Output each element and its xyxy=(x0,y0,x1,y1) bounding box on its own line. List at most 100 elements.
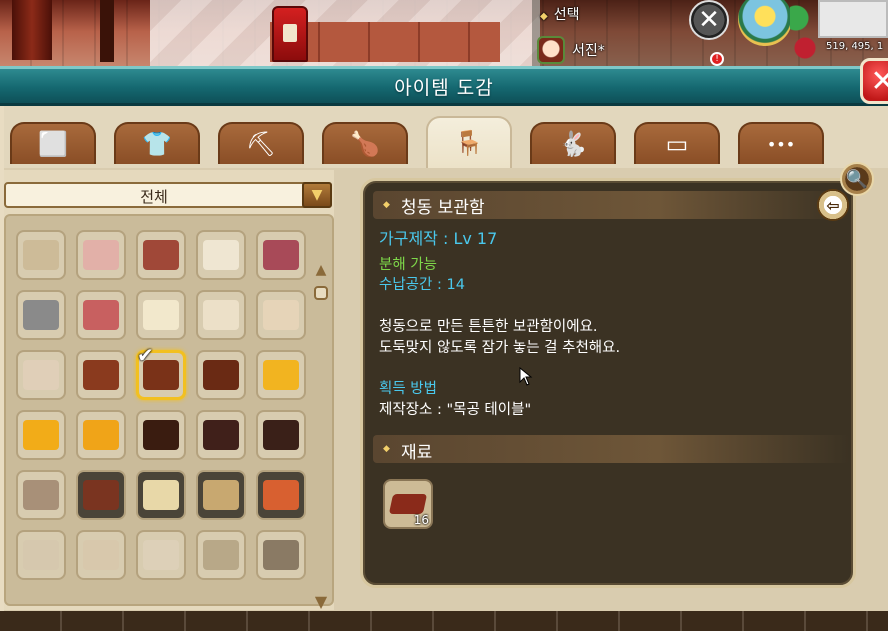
minimap[interactable] xyxy=(818,0,888,38)
title-bar[interactable]: 아이템 도감 xyxy=(0,66,888,106)
magnifier-icon: 🔍 xyxy=(845,168,869,190)
item-slot-brown-chest[interactable] xyxy=(76,350,126,400)
item-slot-gold-chest-3[interactable] xyxy=(76,410,126,460)
bookshelf-icon xyxy=(23,540,59,570)
item-slot-storage-box[interactable] xyxy=(256,530,306,580)
scrollbar-thumb[interactable] xyxy=(314,286,328,300)
craft-requirement: 가구제작 : Lv 17 xyxy=(379,229,498,248)
tab-clothing[interactable]: 👕 xyxy=(114,122,200,164)
obtain-method-header: 획득 방법 xyxy=(379,381,437,397)
item-slot-kitchen-pot[interactable] xyxy=(76,290,126,340)
back-arrow-icon[interactable]: ⇦ xyxy=(817,189,849,221)
vanity-chair-icon xyxy=(143,540,179,570)
item-slot-bookshelf[interactable] xyxy=(16,530,66,580)
white-desk-icon xyxy=(203,240,239,270)
item-slot-gold-chest-2[interactable] xyxy=(16,410,66,460)
tab-more[interactable]: ••• xyxy=(738,122,824,164)
item-slot-wooden-door[interactable] xyxy=(256,290,306,340)
item-slot-white-desk[interactable] xyxy=(196,230,246,280)
item-detail-panel: ◆ 청동 보관함 ⇦ 가구제작 : Lv 17 분해 가능 수납공간 : 14 … xyxy=(360,178,856,588)
window-title: 아이템 도감 xyxy=(394,77,494,99)
item-slot-gold-chest[interactable] xyxy=(256,350,306,400)
gold-chest-3-icon xyxy=(83,420,119,450)
close-button[interactable]: ✕ xyxy=(860,58,888,104)
chair-icon: 🪑 xyxy=(454,129,484,157)
mailbox-plate xyxy=(283,24,297,42)
mouse-cursor-icon xyxy=(519,367,533,386)
storage-box-icon xyxy=(263,540,299,570)
scroll-up-icon[interactable]: ▲ xyxy=(312,262,330,280)
chevron-down-icon[interactable]: ▼ xyxy=(302,182,332,208)
item-grid: ✔ xyxy=(4,214,334,606)
hud-select-line[interactable]: ◆ 선택 xyxy=(540,4,579,24)
category-filter[interactable]: 전체 ▼ xyxy=(4,182,332,208)
pink-bed-icon xyxy=(83,240,119,270)
item-slot-grandfather-clock[interactable] xyxy=(196,530,246,580)
tab-pets[interactable]: 🐇 xyxy=(530,122,616,164)
item-slot-wooden-sign[interactable] xyxy=(136,290,186,340)
material-slot[interactable]: 16 xyxy=(383,479,433,529)
item-slot-pink-bed[interactable] xyxy=(76,230,126,280)
item-list-panel: 전체 ▼ ✔ xyxy=(4,170,334,610)
tab-furniture[interactable]: 🪑 xyxy=(426,116,512,168)
bronze-ingot-icon xyxy=(388,494,428,514)
checkmark-icon: ✔ xyxy=(137,343,154,367)
material-count: 16 xyxy=(413,513,429,527)
hud-select-label: 선택 xyxy=(553,7,580,23)
search-button[interactable]: 🔍 xyxy=(840,162,874,196)
item-slot-water-bucket[interactable] xyxy=(196,470,246,520)
item-slot-pink-lamp[interactable] xyxy=(256,230,306,280)
cube-icon: ⬜ xyxy=(38,130,68,158)
item-slot-pizza-plate[interactable] xyxy=(256,470,306,520)
more-icon: ••• xyxy=(766,134,796,154)
notification-badge[interactable]: ! xyxy=(710,52,724,66)
item-slot-vanity-chair[interactable] xyxy=(136,530,186,580)
firewood-icon xyxy=(23,480,59,510)
tab-misc-items[interactable]: ▭ xyxy=(634,122,720,164)
item-slot-steak-plate[interactable] xyxy=(76,470,126,520)
item-slot-soup-bowl[interactable] xyxy=(136,470,186,520)
vanity-desk-icon xyxy=(83,540,119,570)
item-slot-wall-banner[interactable] xyxy=(136,230,186,280)
hud-close-button[interactable]: ✕ xyxy=(689,0,729,40)
item-slot-dark-chest[interactable] xyxy=(136,410,186,460)
hotbar-strip xyxy=(0,611,888,631)
roast-chicken-icon: 🍗 xyxy=(350,130,380,158)
tab-block[interactable]: ⬜ xyxy=(10,122,96,164)
item-slot-white-door[interactable] xyxy=(16,350,66,400)
item-slot-dark-chest-3[interactable] xyxy=(256,410,306,460)
wood-chest-icon xyxy=(203,360,239,390)
item-slot-stone-oven[interactable] xyxy=(16,290,66,340)
item-slot-bronze-chest[interactable]: ✔ xyxy=(136,343,186,400)
pickaxe-icon: ⛏ xyxy=(245,130,277,158)
diamond-icon: ◆ xyxy=(383,444,390,454)
dark-chest-3-icon xyxy=(263,420,299,450)
pizza-plate-icon xyxy=(263,480,299,510)
materials-title: 재료 xyxy=(401,443,433,463)
item-name: 청동 보관함 xyxy=(401,198,485,218)
dark-chest-icon xyxy=(143,420,179,450)
item-slot-vanity-desk[interactable] xyxy=(76,530,126,580)
materials-header-bar xyxy=(373,435,849,463)
gold-chest-2-icon xyxy=(23,420,59,450)
red-pillar xyxy=(12,0,52,60)
item-slot-wood-chest[interactable] xyxy=(196,350,246,400)
round-chair-icon xyxy=(23,240,59,270)
gold-chest-icon xyxy=(263,360,299,390)
water-bucket-icon xyxy=(203,480,239,510)
tab-tools[interactable]: ⛏ xyxy=(218,122,304,164)
player-avatar[interactable] xyxy=(537,36,565,64)
diamond-icon: ◆ xyxy=(540,11,548,22)
wooden-sign-icon xyxy=(143,300,179,330)
item-slot-round-chair[interactable] xyxy=(16,230,66,280)
shirt-icon: 👕 xyxy=(142,130,172,158)
obtain-place: 제작장소 : "목공 테이블" xyxy=(379,402,532,418)
stone-oven-icon xyxy=(23,300,59,330)
description-line-2: 도둑맞지 않도록 잠가 놓는 걸 추천해요. xyxy=(379,340,621,356)
mailbox[interactable] xyxy=(272,6,308,62)
item-slot-dark-chest-2[interactable] xyxy=(196,410,246,460)
player-name[interactable]: 서진* xyxy=(572,40,605,60)
item-slot-paper-board[interactable] xyxy=(196,290,246,340)
tab-food[interactable]: 🍗 xyxy=(322,122,408,164)
item-slot-firewood[interactable] xyxy=(16,470,66,520)
